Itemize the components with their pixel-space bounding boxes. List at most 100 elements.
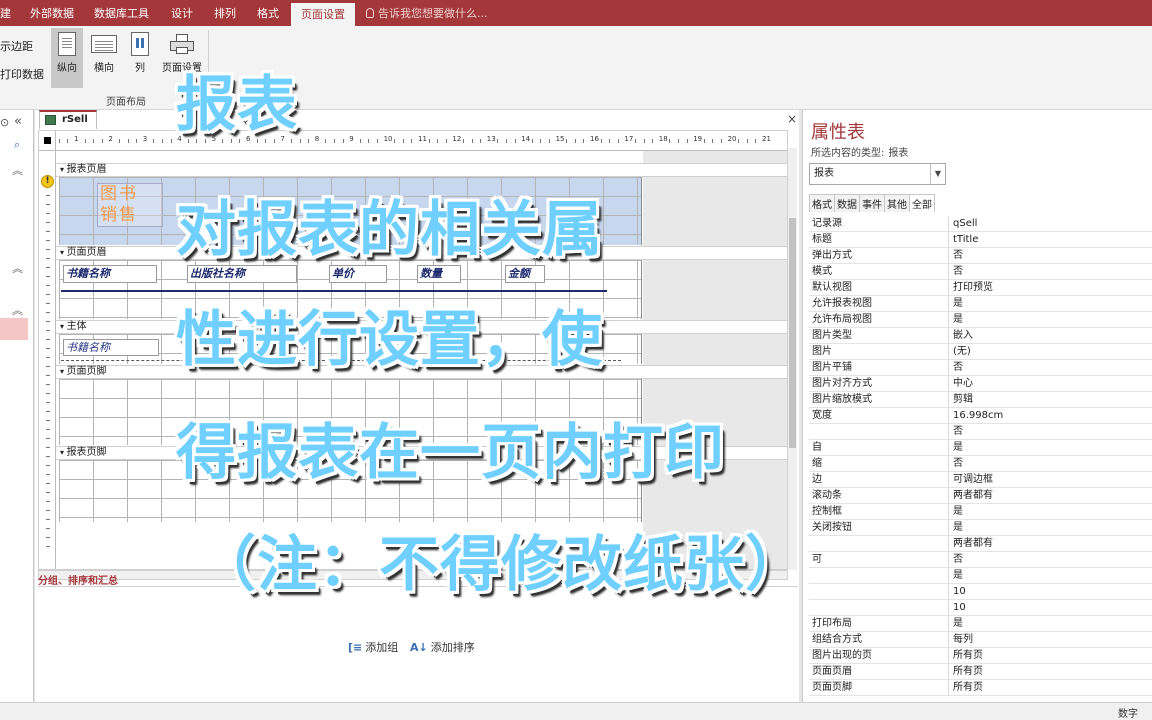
search-icon[interactable]: ⌕ — [14, 138, 20, 152]
print-data-only-button[interactable]: 打印数据 — [0, 66, 44, 82]
property-row[interactable]: 宽度 16.998cm — [809, 408, 1152, 424]
property-value[interactable]: 否 — [949, 552, 1152, 567]
property-value[interactable]: 两者都有 — [949, 488, 1152, 503]
report-footer-grid[interactable] — [59, 460, 642, 522]
tab-external-data[interactable]: 外部数据 — [30, 0, 74, 26]
portrait-button[interactable]: 纵向 — [51, 28, 83, 88]
tab-page-setup[interactable]: 页面设置 — [291, 3, 355, 26]
nav-dropdown-icon[interactable]: ⊙ — [0, 116, 9, 129]
section-report-footer[interactable]: 报表页脚 — [56, 446, 787, 460]
property-value[interactable]: 是 — [949, 568, 1152, 583]
chevron-up-icon-2[interactable]: ︽ — [12, 260, 23, 276]
property-value[interactable]: 打印预览 — [949, 280, 1152, 295]
tab-arrange[interactable]: 排列 — [214, 0, 236, 26]
section-page-footer[interactable]: 页面页脚 — [56, 365, 787, 379]
property-value[interactable]: 所有页 — [949, 648, 1152, 663]
header-label-publisher[interactable]: 出版社名称 — [187, 265, 297, 283]
detail-field-book-name[interactable]: 书籍名称 — [63, 339, 159, 356]
property-value[interactable]: 否 — [949, 360, 1152, 375]
columns-button[interactable]: 列 — [126, 28, 154, 88]
header-label-quantity[interactable]: 数量 — [417, 265, 461, 283]
property-row[interactable]: 两者都有 — [809, 536, 1152, 552]
property-row[interactable]: 缩否 — [809, 456, 1152, 472]
warning-icon[interactable]: ! — [41, 175, 54, 188]
tab-database-tools[interactable]: 数据库工具 — [94, 0, 149, 26]
header-label-book-name[interactable]: 书籍名称 — [63, 265, 157, 283]
selection-dropdown[interactable]: 报表 ▼ — [809, 163, 946, 185]
add-sort-button[interactable]: A↓ 添加排序 — [410, 639, 475, 655]
property-value[interactable]: 是 — [949, 440, 1152, 455]
header-label-price[interactable]: 单价 — [329, 265, 387, 283]
property-tab-data[interactable]: 数据 — [834, 194, 860, 212]
header-label-amount[interactable]: 金额 — [505, 265, 545, 283]
property-value[interactable]: 否 — [949, 456, 1152, 471]
property-value[interactable]: 可调边框 — [949, 472, 1152, 487]
property-value[interactable]: 10 — [949, 584, 1152, 599]
property-value[interactable]: 两者都有 — [949, 536, 1152, 551]
property-row[interactable]: 图片 (无) — [809, 344, 1152, 360]
tab-create[interactable]: 建 — [0, 0, 11, 26]
section-report-header[interactable]: 报表页眉 — [56, 163, 787, 177]
header-underline[interactable] — [61, 290, 607, 292]
property-value[interactable]: 中心 — [949, 376, 1152, 391]
property-value[interactable]: 每列 — [949, 632, 1152, 647]
property-row[interactable]: 允许布局视图是 — [809, 312, 1152, 328]
add-group-button[interactable]: [≡ 添加组 — [348, 639, 398, 655]
document-tab-rsell[interactable]: rSell — [39, 110, 97, 129]
property-row[interactable]: 图片缩放模式 剪辑 — [809, 392, 1152, 408]
chevron-up-icon[interactable]: ︽ — [12, 162, 23, 178]
tell-me-search[interactable]: 告诉我您想要做什么... — [366, 0, 488, 26]
property-value[interactable]: 10 — [949, 600, 1152, 615]
property-row[interactable]: 边可调边框 — [809, 472, 1152, 488]
property-value[interactable]: 所有页 — [949, 664, 1152, 679]
property-value[interactable]: 否 — [949, 248, 1152, 263]
property-value[interactable]: 16.998cm — [949, 408, 1152, 423]
close-document-icon[interactable]: × — [787, 112, 797, 126]
property-row[interactable]: 否 — [809, 424, 1152, 440]
property-row[interactable]: 弹出方式否 — [809, 248, 1152, 264]
property-row[interactable]: 10 — [809, 584, 1152, 600]
property-row[interactable]: 标题 tTitle — [809, 232, 1152, 248]
tab-design[interactable]: 设计 — [171, 0, 193, 26]
chevron-up-icon-3[interactable]: ︽ — [12, 302, 23, 318]
property-row[interactable]: 允许报表视图是 — [809, 296, 1152, 312]
property-row[interactable]: 可否 — [809, 552, 1152, 568]
select-report-box[interactable] — [39, 131, 56, 151]
property-row[interactable]: 图片出现的页 所有页 — [809, 648, 1152, 664]
property-row[interactable]: 滚动条 两者都有 — [809, 488, 1152, 504]
property-value[interactable]: (无) — [949, 344, 1152, 359]
property-row[interactable]: 页面页眉 所有页 — [809, 664, 1152, 680]
vertical-scrollbar[interactable] — [787, 148, 797, 570]
property-value[interactable]: 嵌入 — [949, 328, 1152, 343]
vertical-scroll-thumb[interactable] — [789, 218, 796, 448]
property-row[interactable]: 10 — [809, 600, 1152, 616]
property-row[interactable]: 自是 — [809, 440, 1152, 456]
property-row[interactable]: 关闭按钮是 — [809, 520, 1152, 536]
chevron-down-icon[interactable]: ▼ — [930, 164, 945, 184]
property-value[interactable]: 是 — [949, 616, 1152, 631]
report-design-surface[interactable]: 123456789101112131415161718192021 ! 报表页眉… — [38, 130, 788, 570]
property-row[interactable]: 默认视图 打印预览 — [809, 280, 1152, 296]
property-value[interactable]: qSell — [949, 216, 1152, 231]
property-row[interactable]: 图片类型 嵌入 — [809, 328, 1152, 344]
property-row[interactable]: 页面页脚 所有页 — [809, 680, 1152, 696]
show-margins-button[interactable]: 示边距 — [0, 38, 33, 54]
property-value[interactable]: 否 — [949, 264, 1152, 279]
landscape-button[interactable]: 横向 — [88, 28, 120, 88]
section-detail[interactable]: 主体 — [56, 320, 787, 334]
property-value[interactable]: 所有页 — [949, 680, 1152, 695]
property-row[interactable]: 组结合方式 每列 — [809, 632, 1152, 648]
property-row[interactable]: 模式否 — [809, 264, 1152, 280]
property-value[interactable]: 是 — [949, 312, 1152, 327]
property-row[interactable]: 打印布局是 — [809, 616, 1152, 632]
detail-dashed-line[interactable] — [61, 360, 621, 361]
property-row[interactable]: 控制框是 — [809, 504, 1152, 520]
page-setup-button[interactable]: 页面设置 — [158, 28, 206, 88]
property-value[interactable]: 是 — [949, 504, 1152, 519]
property-value[interactable]: 剪辑 — [949, 392, 1152, 407]
section-page-header[interactable]: 页面页眉 — [56, 246, 787, 260]
horizontal-scrollbar[interactable] — [38, 570, 788, 580]
tab-format[interactable]: 格式 — [257, 0, 279, 26]
property-row[interactable]: 图片平铺否 — [809, 360, 1152, 376]
collapse-pane-icon[interactable]: « — [14, 114, 22, 129]
